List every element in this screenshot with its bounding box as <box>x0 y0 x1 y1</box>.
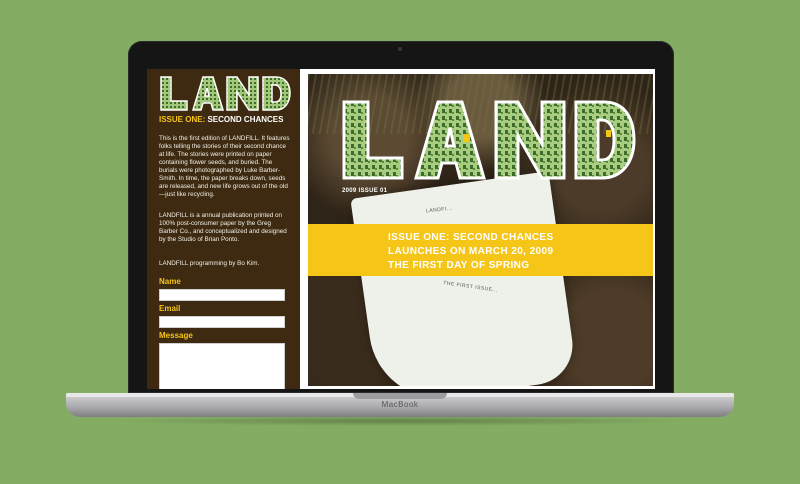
camera-dot <box>398 47 402 51</box>
message-label: Message <box>159 331 193 340</box>
laptop-shadow <box>100 416 700 426</box>
issue-name: SECOND CHANCES <box>207 115 284 124</box>
sidebar-panel: ISSUE ONE: SECOND CHANCES This is the fi… <box>147 69 300 389</box>
banner-line-2: LAUNCHES ON MARCH 20, 2009 <box>388 246 554 257</box>
laptop-base: MacBook <box>66 393 734 417</box>
issue-tag: 2009 ISSUE 01 <box>342 188 388 194</box>
land-logo-large <box>342 100 636 180</box>
issue-prefix: ISSUE ONE: <box>159 115 206 124</box>
buried-paper <box>350 171 578 386</box>
laptop-lid: ISSUE ONE: SECOND CHANCES This is the fi… <box>128 41 674 393</box>
banner-line-3: THE FIRST DAY OF SPRING <box>388 260 530 271</box>
email-label: Email <box>159 304 181 313</box>
brand-label: MacBook <box>381 400 419 409</box>
issue-title: ISSUE ONE: SECOND CHANCES <box>159 114 299 125</box>
laptop-screen: ISSUE ONE: SECOND CHANCES This is the fi… <box>147 69 655 389</box>
intro-paragraph: This is the first edition of LANDFILL. I… <box>159 135 290 198</box>
logo-accent-1 <box>463 134 469 142</box>
name-input[interactable] <box>159 289 285 301</box>
land-logo-small <box>160 76 291 111</box>
opening-notch <box>353 393 447 399</box>
logo-accent-2 <box>606 130 611 137</box>
launch-banner: ISSUE ONE: SECOND CHANCES LAUNCHES ON MA… <box>308 224 653 276</box>
name-label: Name <box>159 277 181 286</box>
publication-paragraph: LANDFILL is a annual publication printed… <box>159 212 287 243</box>
banner-line-1: ISSUE ONE: SECOND CHANCES <box>388 232 554 243</box>
credits-paragraph: LANDFILL programming by Bo Kim. <box>159 260 260 267</box>
email-input[interactable] <box>159 316 285 328</box>
hero-image: LANDFI... THE FIRST ISSUE... 2009 ISSUE … <box>308 74 653 386</box>
message-textarea[interactable] <box>159 343 285 389</box>
